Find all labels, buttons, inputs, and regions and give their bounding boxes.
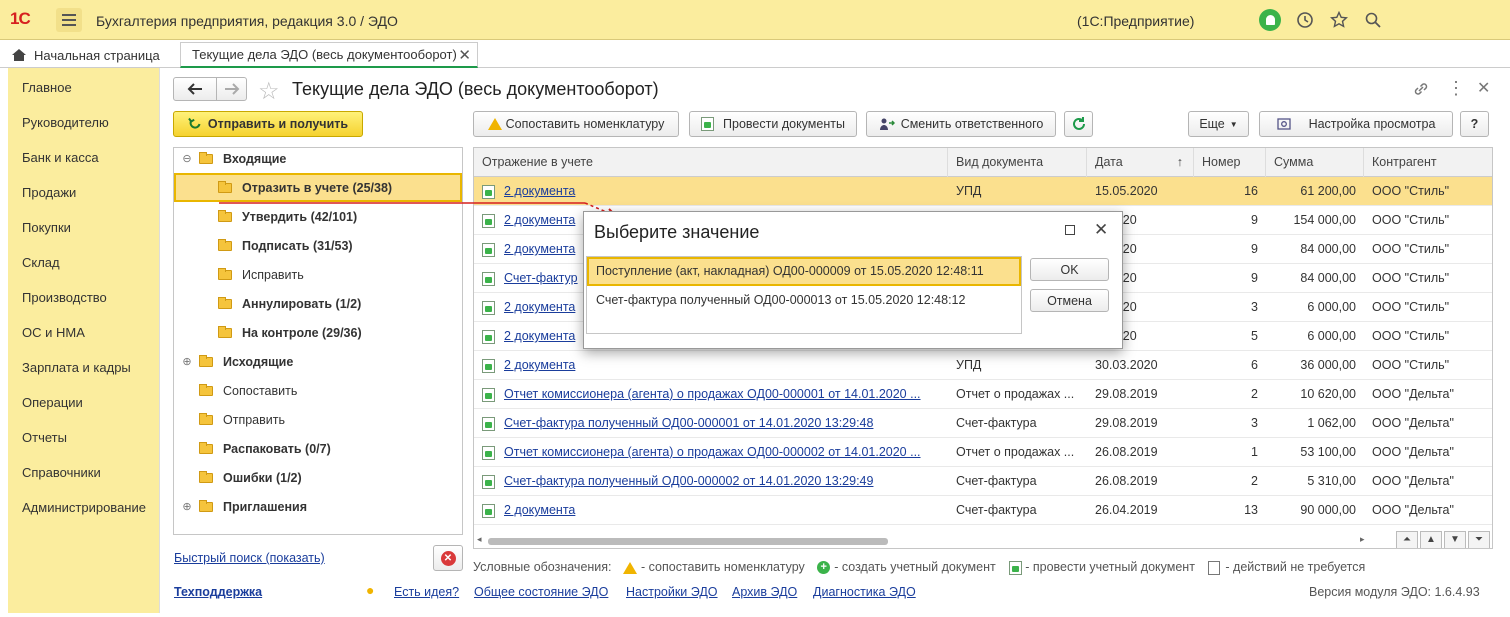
option-receipt[interactable]: Поступление (акт, накладная) ОД00-000009… [587, 257, 1021, 286]
option-invoice[interactable]: Счет-фактура полученный ОД00-000013 от 1… [587, 286, 1021, 315]
select-value-dialog: Выберите значение ✕ Поступление (акт, на… [583, 211, 1123, 349]
cancel-button[interactable]: Отмена [1030, 289, 1109, 312]
maximize-icon[interactable] [1065, 225, 1075, 235]
cancel-label: Отмена [1047, 293, 1092, 308]
ok-button[interactable]: OK [1030, 258, 1109, 281]
dialog-close-icon[interactable]: ✕ [1094, 220, 1108, 240]
options-list: Поступление (акт, накладная) ОД00-000009… [586, 256, 1022, 334]
dialog-title: Выберите значение [594, 222, 760, 242]
ok-label: OK [1060, 262, 1079, 277]
